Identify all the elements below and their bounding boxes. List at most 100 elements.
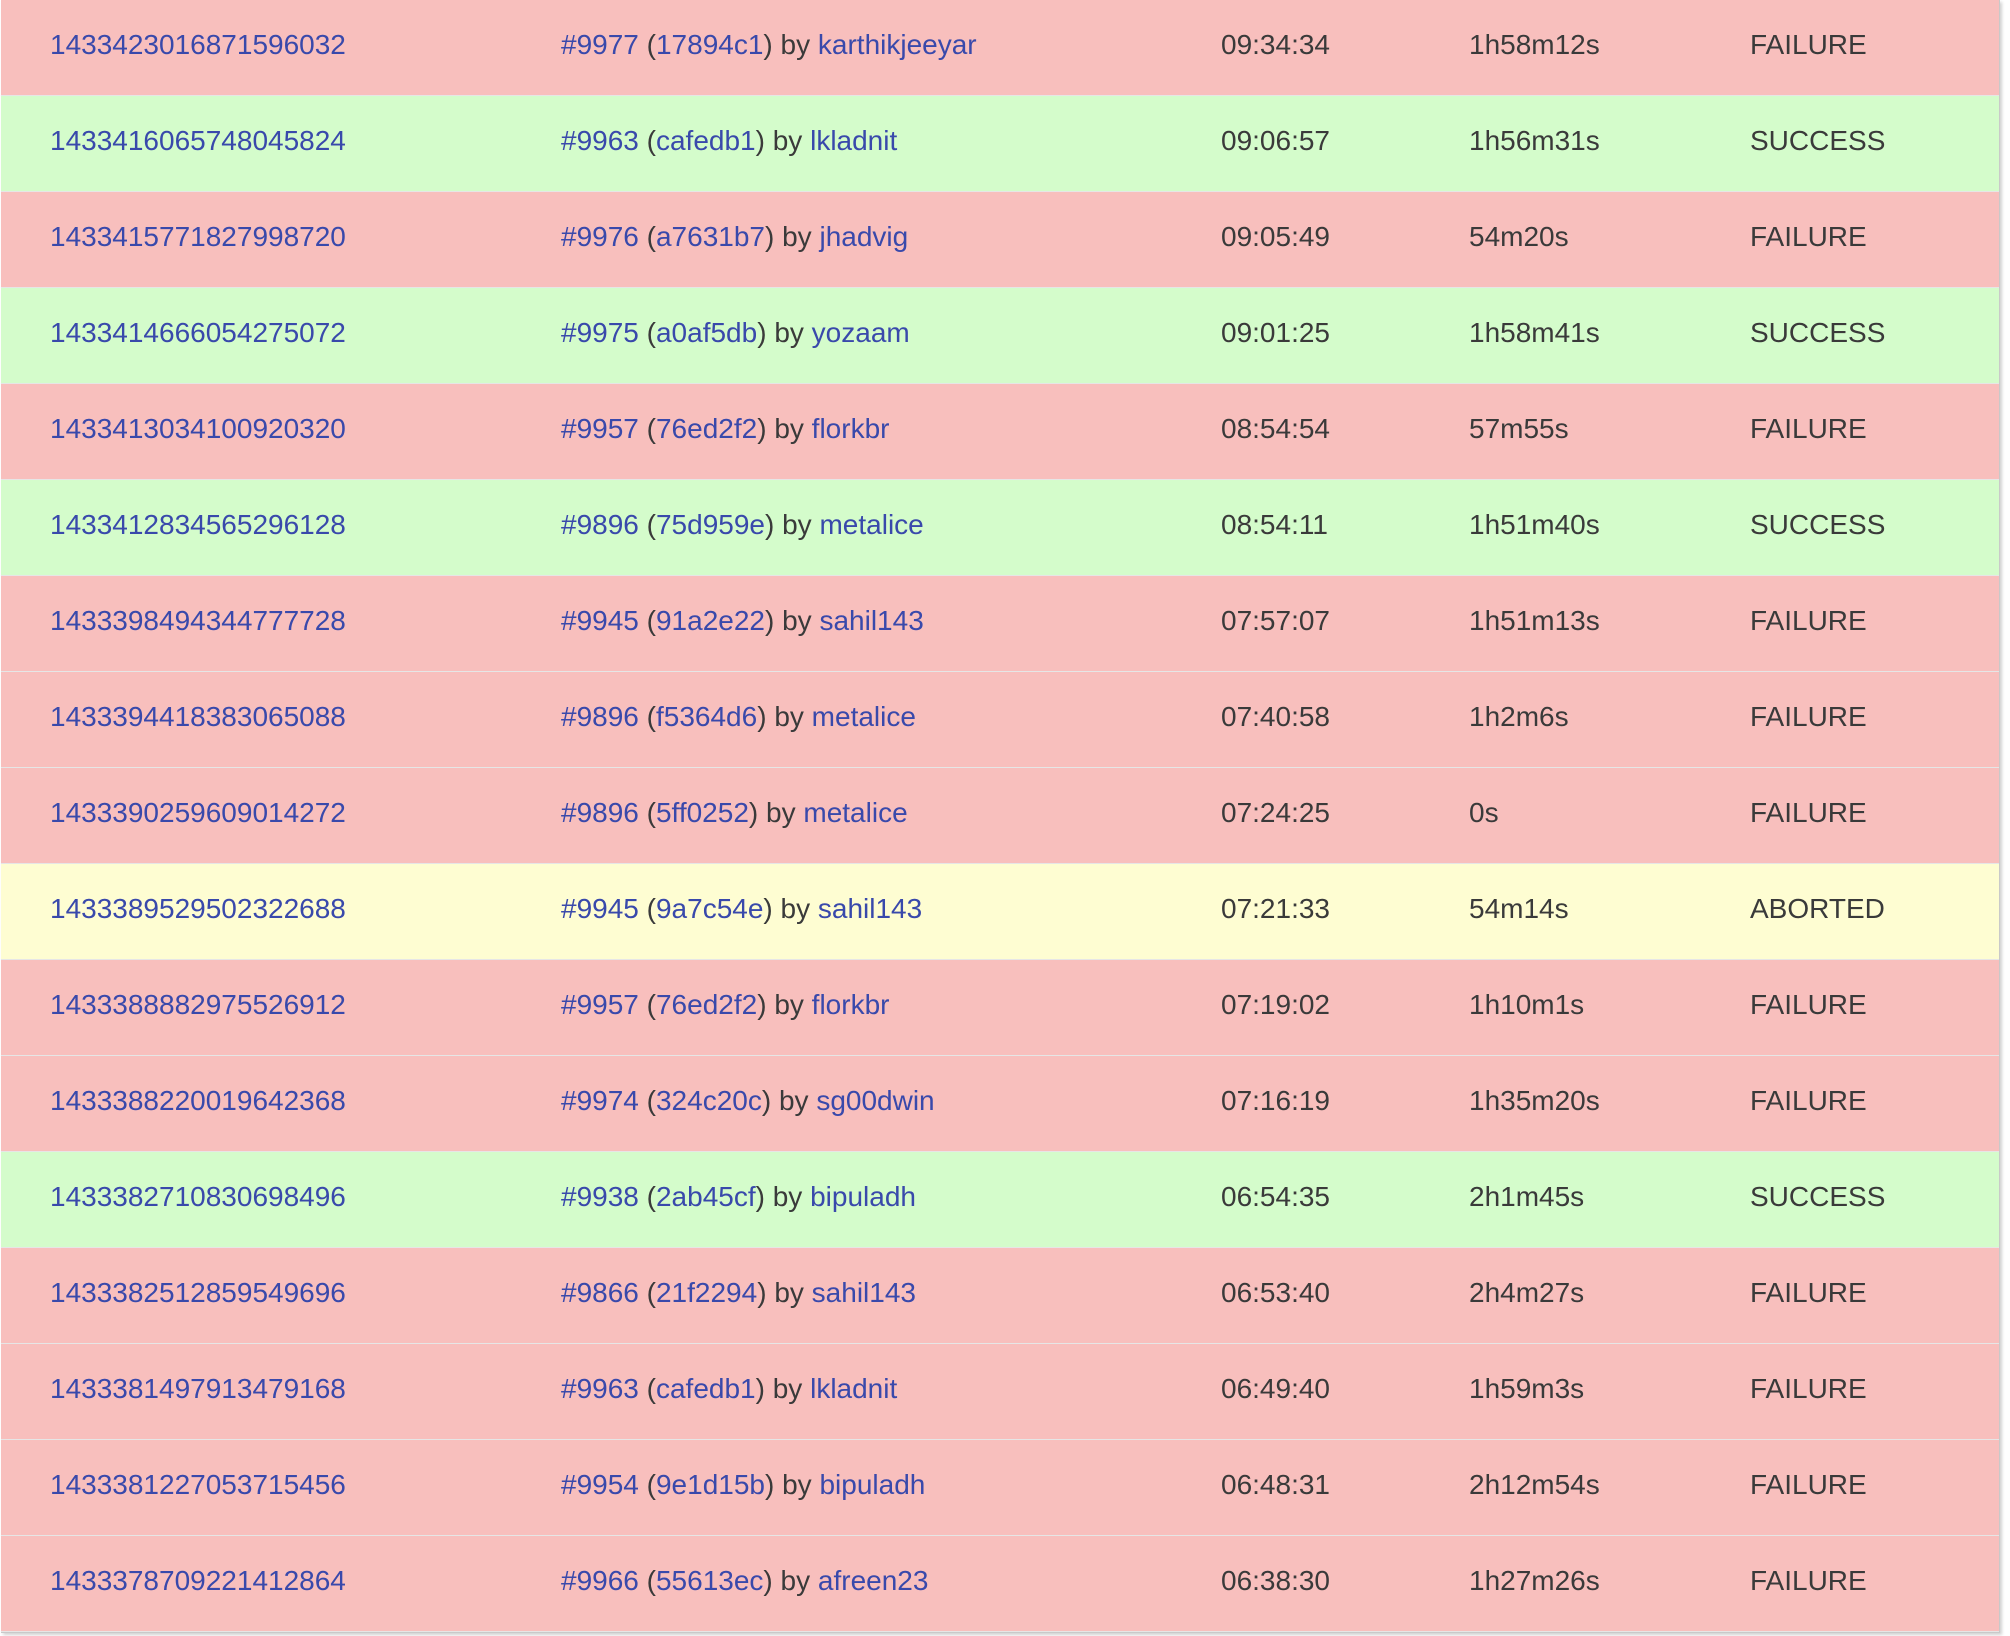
pull-request-info: #9896 (f5364d6) by metalice bbox=[561, 672, 916, 767]
pr-number-link[interactable]: #9974 bbox=[561, 1085, 639, 1116]
duration: 1h58m41s bbox=[1469, 317, 1600, 348]
duration: 57m55s bbox=[1469, 413, 1569, 444]
author-link[interactable]: bipuladh bbox=[819, 1469, 925, 1500]
commit-link[interactable]: 76ed2f2 bbox=[656, 413, 757, 444]
pr-number-link[interactable]: #9975 bbox=[561, 317, 639, 348]
by-label: by bbox=[782, 605, 812, 636]
build-id-link[interactable]: 1433423016871596032 bbox=[50, 29, 346, 60]
open-paren: ( bbox=[646, 1469, 656, 1500]
author-link[interactable]: sg00dwin bbox=[816, 1085, 934, 1116]
pr-number-link[interactable]: #9976 bbox=[561, 221, 639, 252]
build-id-link[interactable]: 1433388882975526912 bbox=[50, 989, 346, 1020]
close-paren: ) bbox=[757, 317, 767, 348]
close-paren: ) bbox=[765, 605, 775, 636]
table-row: 1433389529502322688 #9945 (9a7c54e) by s… bbox=[1, 864, 1999, 960]
open-paren: ( bbox=[646, 1277, 656, 1308]
status-label: FAILURE bbox=[1750, 797, 1867, 828]
author-link[interactable]: sahil143 bbox=[812, 1277, 916, 1308]
duration: 2h12m54s bbox=[1469, 1469, 1600, 1500]
commit-link[interactable]: 9a7c54e bbox=[656, 893, 763, 924]
table-row: 1433416065748045824 #9963 (cafedb1) by l… bbox=[1, 96, 1999, 192]
pull-request-info: #9945 (91a2e22) by sahil143 bbox=[561, 576, 924, 671]
author-link[interactable]: metalice bbox=[812, 701, 916, 732]
commit-link[interactable]: 5ff0252 bbox=[656, 797, 749, 828]
commit-link[interactable]: 55613ec bbox=[656, 1565, 763, 1596]
pr-number-link[interactable]: #9866 bbox=[561, 1277, 639, 1308]
build-id-link[interactable]: 1433389529502322688 bbox=[50, 893, 346, 924]
commit-link[interactable]: 21f2294 bbox=[656, 1277, 757, 1308]
table-row: 1433415771827998720 #9976 (a7631b7) by j… bbox=[1, 192, 1999, 288]
build-id-link[interactable]: 1433382710830698496 bbox=[50, 1181, 346, 1212]
status-label: FAILURE bbox=[1750, 1565, 1867, 1596]
close-paren: ) bbox=[765, 221, 775, 252]
pr-number-link[interactable]: #9896 bbox=[561, 509, 639, 540]
build-id-link[interactable]: 1433394418383065088 bbox=[50, 701, 346, 732]
duration: 1h56m31s bbox=[1469, 125, 1600, 156]
duration: 1h59m3s bbox=[1469, 1373, 1585, 1404]
close-paren: ) bbox=[748, 797, 759, 828]
build-id-link[interactable]: 1433390259609014272 bbox=[50, 797, 346, 828]
build-id-link[interactable]: 1433412834565296128 bbox=[50, 509, 346, 540]
pr-number-link[interactable]: #9963 bbox=[561, 1373, 639, 1404]
pr-number-link[interactable]: #9954 bbox=[561, 1469, 639, 1500]
open-paren: ( bbox=[646, 701, 656, 732]
commit-link[interactable]: 76ed2f2 bbox=[656, 989, 757, 1020]
author-link[interactable]: sahil143 bbox=[819, 605, 923, 636]
build-id-link[interactable]: 1433381227053715456 bbox=[50, 1469, 346, 1500]
build-id-link[interactable]: 1433381497913479168 bbox=[50, 1373, 346, 1404]
duration: 1h2m6s bbox=[1469, 701, 1569, 732]
author-link[interactable]: metalice bbox=[803, 797, 907, 828]
commit-link[interactable]: f5364d6 bbox=[656, 701, 757, 732]
commit-link[interactable]: 2ab45cf bbox=[656, 1181, 756, 1212]
commit-link[interactable]: 17894c1 bbox=[656, 29, 763, 60]
build-id-link[interactable]: 1433378709221412864 bbox=[50, 1565, 346, 1596]
commit-link[interactable]: cafedb1 bbox=[656, 1373, 756, 1404]
commit-link[interactable]: cafedb1 bbox=[656, 125, 756, 156]
pr-number-link[interactable]: #9977 bbox=[561, 29, 639, 60]
author-link[interactable]: bipuladh bbox=[810, 1181, 916, 1212]
pr-number-link[interactable]: #9966 bbox=[561, 1565, 639, 1596]
commit-link[interactable]: 9e1d15b bbox=[656, 1469, 765, 1500]
build-id-link[interactable]: 1433382512859549696 bbox=[50, 1277, 346, 1308]
start-time: 08:54:11 bbox=[1221, 509, 1328, 540]
pr-number-link[interactable]: #9896 bbox=[561, 797, 639, 828]
pr-number-link[interactable]: #9945 bbox=[561, 605, 639, 636]
status-label: ABORTED bbox=[1750, 893, 1885, 924]
build-id-link[interactable]: 1433414666054275072 bbox=[50, 317, 346, 348]
duration: 54m14s bbox=[1469, 893, 1569, 924]
pull-request-info: #9975 (a0af5db) by yozaam bbox=[561, 288, 910, 383]
pr-number-link[interactable]: #9963 bbox=[561, 125, 639, 156]
build-id-link[interactable]: 1433413034100920320 bbox=[50, 413, 346, 444]
author-link[interactable]: karthikjeeyar bbox=[818, 29, 977, 60]
author-link[interactable]: lkladnit bbox=[810, 125, 897, 156]
pr-number-link[interactable]: #9957 bbox=[561, 413, 639, 444]
pr-number-link[interactable]: #9957 bbox=[561, 989, 639, 1020]
pr-number-link[interactable]: #9938 bbox=[561, 1181, 639, 1212]
status-label: FAILURE bbox=[1750, 989, 1867, 1020]
build-id-link[interactable]: 1433416065748045824 bbox=[50, 125, 346, 156]
build-id-link[interactable]: 1433415771827998720 bbox=[50, 221, 346, 252]
start-time: 09:06:57 bbox=[1221, 125, 1330, 156]
author-link[interactable]: florkbr bbox=[812, 413, 890, 444]
author-link[interactable]: afreen23 bbox=[818, 1565, 929, 1596]
build-id-link[interactable]: 1433398494344777728 bbox=[50, 605, 346, 636]
author-link[interactable]: metalice bbox=[819, 509, 923, 540]
commit-link[interactable]: 75d959e bbox=[656, 509, 765, 540]
by-label: by bbox=[782, 221, 812, 252]
commit-link[interactable]: a7631b7 bbox=[656, 221, 765, 252]
author-link[interactable]: yozaam bbox=[812, 317, 910, 348]
pull-request-info: #9896 (5ff0252) by metalice bbox=[561, 768, 908, 863]
start-time: 09:34:34 bbox=[1221, 29, 1330, 60]
build-id-link[interactable]: 1433388220019642368 bbox=[50, 1085, 346, 1116]
author-link[interactable]: florkbr bbox=[812, 989, 890, 1020]
status-label: FAILURE bbox=[1750, 1469, 1867, 1500]
commit-link[interactable]: 91a2e22 bbox=[656, 605, 765, 636]
pr-number-link[interactable]: #9945 bbox=[561, 893, 639, 924]
author-link[interactable]: sahil143 bbox=[818, 893, 922, 924]
author-link[interactable]: jhadvig bbox=[819, 221, 908, 252]
author-link[interactable]: lkladnit bbox=[810, 1373, 897, 1404]
commit-link[interactable]: 324c20c bbox=[656, 1085, 762, 1116]
commit-link[interactable]: a0af5db bbox=[656, 317, 757, 348]
pr-number-link[interactable]: #9896 bbox=[561, 701, 639, 732]
open-paren: ( bbox=[646, 29, 656, 60]
